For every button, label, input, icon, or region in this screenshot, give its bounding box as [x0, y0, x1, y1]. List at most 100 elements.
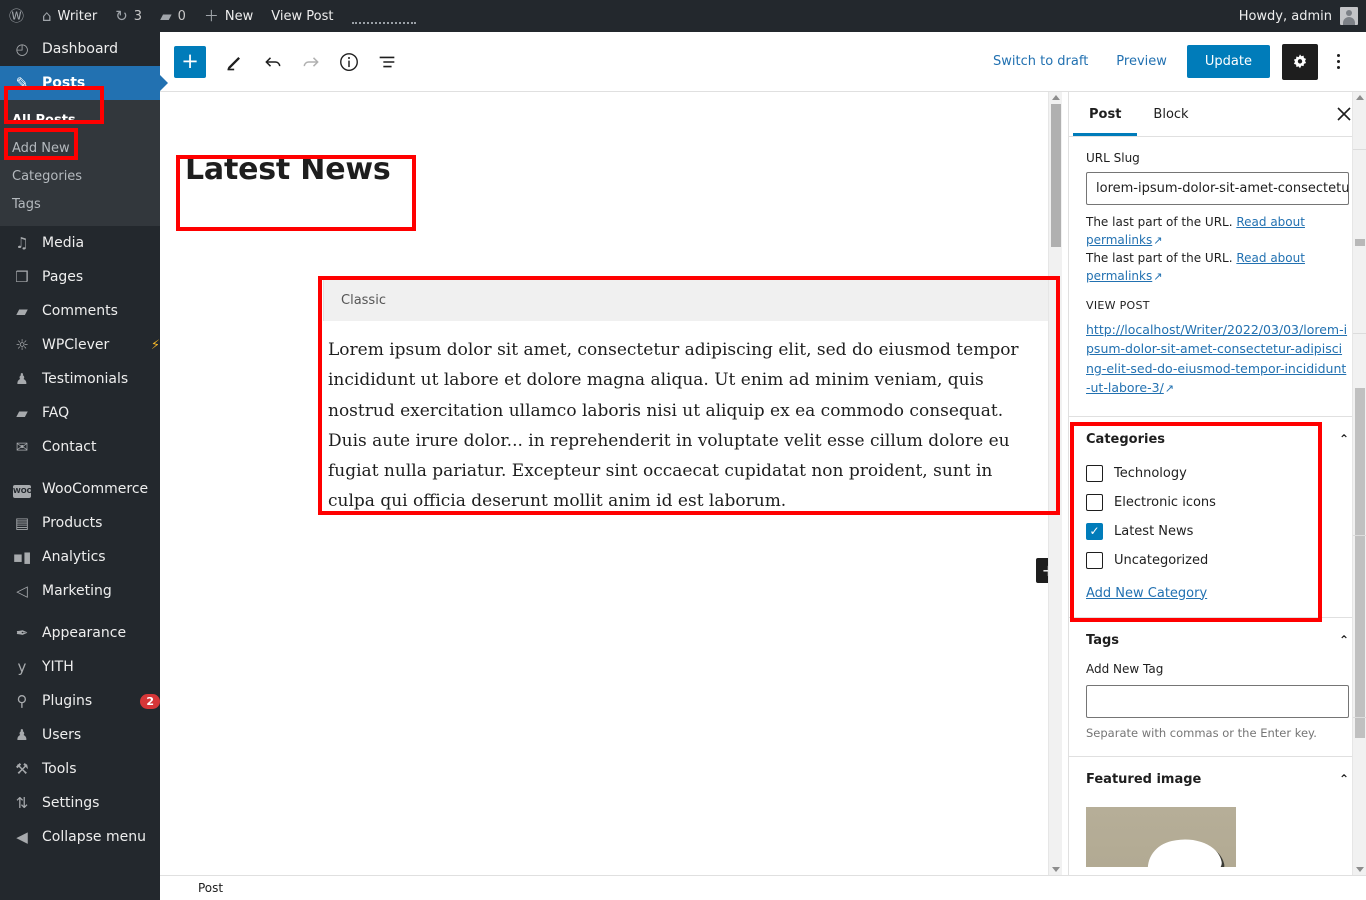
sidebar-item-marketing[interactable]: ◁ Marketing — [0, 574, 160, 608]
sidebar-subitem-all-posts[interactable]: All Posts — [0, 106, 160, 134]
checkbox[interactable] — [1086, 551, 1103, 569]
settings-scrollbar-thumb[interactable] — [1355, 388, 1365, 738]
add-new-category-wrap: Add New Category — [1069, 575, 1366, 617]
sidebar-subitem-tags[interactable]: Tags — [0, 190, 160, 218]
sidebar-item-woocommerce[interactable]: WOO WooCommerce — [0, 472, 160, 506]
checkbox[interactable] — [1086, 464, 1103, 482]
comments-menu[interactable]: ▰ 0 — [151, 0, 195, 32]
more-options-icon — [1336, 54, 1340, 57]
tools-button[interactable] — [218, 45, 252, 79]
details-button[interactable] — [332, 45, 366, 79]
sidebar-subitem-categories[interactable]: Categories — [0, 162, 160, 190]
updates-count: 3 — [133, 8, 143, 24]
undo-button[interactable] — [256, 45, 290, 79]
sidebar-item-label: Users — [42, 727, 82, 743]
wordpress-logo-icon: Ⓦ — [9, 6, 25, 25]
sidebar-item-comments[interactable]: ▰ Comments — [0, 294, 160, 328]
view-post-link[interactable]: View Post — [262, 0, 342, 32]
sidebar-item-label: Analytics — [42, 549, 106, 565]
sidebar-item-faq[interactable]: ▰ FAQ — [0, 396, 160, 430]
tab-post[interactable]: Post — [1073, 92, 1137, 136]
settings-scrollbar[interactable] — [1352, 92, 1366, 875]
sidebar-item-plugins[interactable]: ⚲ Plugins 2 — [0, 684, 160, 718]
posts-submenu: All Posts Add New Categories Tags — [0, 100, 160, 226]
wordpress-logo-menu[interactable]: Ⓦ — [0, 0, 33, 32]
url-slug-input[interactable]: lorem-ipsum-dolor-sit-amet-consectetu — [1086, 172, 1349, 205]
sidebar-item-wpclever[interactable]: ☼ WPClever ⚡ — [0, 328, 160, 362]
categories-panel-header[interactable]: Categories ⌃ — [1069, 417, 1366, 457]
sidebar-item-testimonials[interactable]: ♟ Testimonials — [0, 362, 160, 396]
settings-toggle-button[interactable] — [1282, 43, 1318, 80]
canvas-scrollbar-thumb[interactable] — [1051, 104, 1061, 247]
sidebar-item-label: Dashboard — [42, 41, 118, 57]
sidebar-item-dashboard[interactable]: ◴ Dashboard — [0, 32, 160, 66]
checkbox[interactable] — [1086, 493, 1103, 511]
yith-icon: y — [17, 657, 27, 676]
category-row-uncategorized[interactable]: Uncategorized — [1086, 546, 1349, 575]
list-view-button[interactable] — [370, 45, 404, 79]
category-row-technology[interactable]: Technology — [1086, 459, 1349, 488]
sidebar-item-analytics[interactable]: ▪▮ Analytics — [0, 540, 160, 574]
sidebar-item-contact[interactable]: ✉ Contact — [0, 430, 160, 464]
sidebar-item-label: Pages — [42, 269, 84, 285]
chevron-up-icon[interactable]: ⌃ — [1339, 633, 1349, 647]
add-block-toolbar-button[interactable]: + — [174, 45, 206, 78]
settings-scrollbar-minor-thumb[interactable] — [1355, 239, 1365, 246]
collapse-icon: ◀ — [16, 827, 28, 846]
wrench-icon: ⚒ — [15, 759, 29, 778]
scroll-up-arrow-icon[interactable] — [1052, 95, 1060, 100]
sidebar-item-media[interactable]: ♫ Media — [0, 226, 160, 260]
sidebar-item-products[interactable]: ▤ Products — [0, 506, 160, 540]
sidebar-item-pages[interactable]: ❒ Pages — [0, 260, 160, 294]
tags-panel-header[interactable]: Tags ⌃ — [1069, 618, 1366, 658]
sidebar-item-settings[interactable]: ⇅ Settings — [0, 786, 160, 820]
categories-list: Technology Electronic icons ✓ Latest New… — [1069, 457, 1366, 575]
featured-image-thumbnail[interactable] — [1086, 806, 1236, 867]
comment-icon: ▰ — [16, 301, 28, 320]
featured-image-panel-header[interactable]: Featured image ⌃ — [1069, 757, 1366, 797]
account-menu[interactable]: Howdy, admin — [1239, 7, 1366, 25]
sidebar-subitem-label: Tags — [12, 196, 41, 212]
post-title[interactable]: Latest News — [185, 152, 391, 187]
category-row-electronic-icons[interactable]: Electronic icons — [1086, 488, 1349, 517]
add-new-category-link[interactable]: Add New Category — [1086, 586, 1207, 601]
update-button[interactable]: Update — [1186, 45, 1270, 78]
scroll-up-arrow-icon[interactable] — [1356, 95, 1364, 100]
redo-button[interactable] — [294, 45, 328, 79]
checkbox-checked[interactable]: ✓ — [1086, 522, 1103, 540]
categories-title: Categories — [1086, 431, 1166, 447]
preview-button[interactable]: Preview — [1102, 54, 1181, 69]
breadcrumb[interactable]: Post — [198, 881, 223, 895]
classic-block[interactable]: Classic Lorem ipsum dolor sit amet, cons… — [323, 279, 1050, 527]
more-options-button[interactable] — [1324, 44, 1352, 80]
sidebar-item-posts[interactable]: ✎ Posts — [0, 66, 168, 100]
switch-to-draft-button[interactable]: Switch to draft — [979, 54, 1102, 69]
updates-menu[interactable]: ↻ 3 — [106, 0, 151, 32]
tags-panel: Tags ⌃ Add New Tag Separate with commas … — [1069, 616, 1366, 756]
classic-block-content[interactable]: Lorem ipsum dolor sit amet, consectetur … — [323, 321, 1050, 527]
category-row-latest-news[interactable]: ✓ Latest News — [1086, 517, 1349, 546]
scroll-down-arrow-icon[interactable] — [1052, 867, 1060, 872]
scroll-down-arrow-icon[interactable] — [1356, 867, 1364, 872]
sidebar-item-yith[interactable]: y YITH — [0, 650, 160, 684]
chevron-up-icon[interactable]: ⌃ — [1339, 432, 1349, 446]
sidebar-item-appearance[interactable]: ✒ Appearance — [0, 616, 160, 650]
sidebar-subitem-add-new[interactable]: Add New — [0, 134, 160, 162]
canvas-scrollbar[interactable] — [1048, 92, 1062, 875]
permalink-link[interactable]: http://localhost/Writer/2022/03/03/lorem… — [1086, 322, 1347, 395]
chevron-up-icon[interactable]: ⌃ — [1339, 772, 1349, 786]
sidebar-item-tools[interactable]: ⚒ Tools — [0, 752, 160, 786]
site-name-menu[interactable]: ⌂ Writer — [33, 0, 106, 32]
plug-icon: ⚲ — [16, 691, 28, 710]
sidebar-item-label: Products — [42, 515, 103, 531]
howdy-label: Howdy, admin — [1238, 8, 1332, 24]
sidebar-item-label: YITH — [42, 659, 74, 675]
add-new-tag-input[interactable] — [1086, 684, 1349, 718]
new-content-menu[interactable]: ＋ New — [195, 0, 262, 32]
featured-image-panel: Featured image ⌃ — [1069, 755, 1366, 867]
sidebar-item-users[interactable]: ♟ Users — [0, 718, 160, 752]
tab-block[interactable]: Block — [1137, 92, 1204, 136]
comment-icon: ▰ — [160, 6, 172, 25]
sidebar-item-collapse-menu[interactable]: ◀ Collapse menu — [0, 820, 160, 854]
scrollbar-divider — [1353, 717, 1366, 718]
